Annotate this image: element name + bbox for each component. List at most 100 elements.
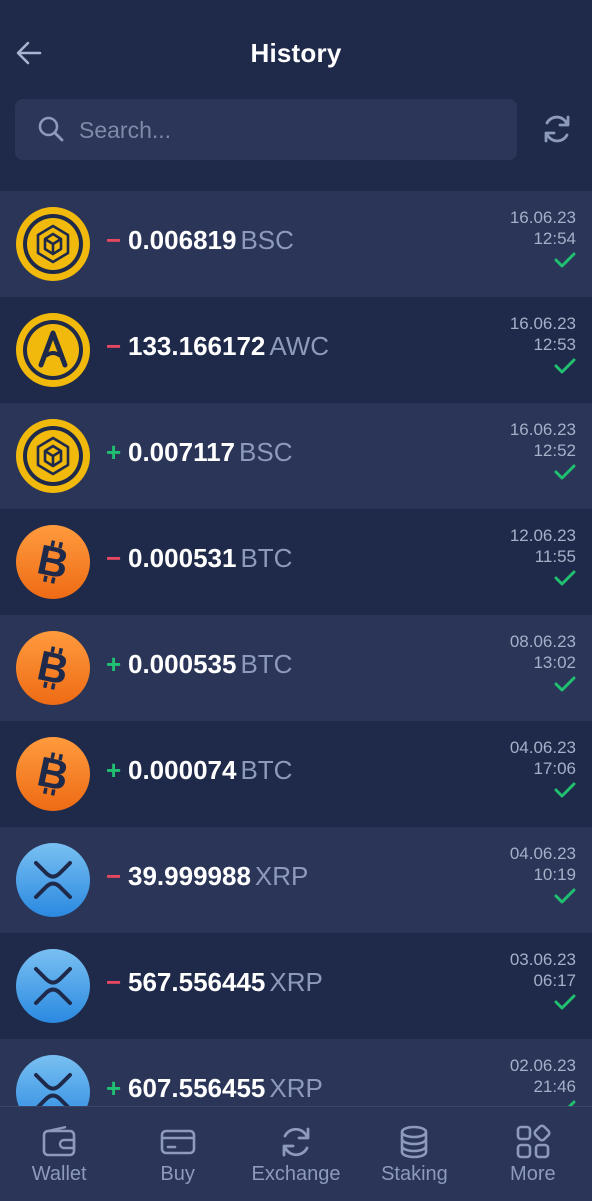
transaction-row[interactable]: B +0.000074 BTC 04.06.23 17:06 xyxy=(0,721,592,827)
transaction-row[interactable]: +0.007117 BSC 16.06.23 12:52 xyxy=(0,403,592,509)
checkmark-icon xyxy=(554,358,576,374)
transaction-datetime: 16.06.23 12:52 xyxy=(510,419,576,461)
ticker-symbol: BTC xyxy=(240,755,293,785)
transaction-row[interactable]: B −0.000531 BTC 12.06.23 11:55 xyxy=(0,509,592,615)
direction-sign: − xyxy=(106,331,122,361)
transaction-row[interactable]: B +0.000535 BTC 08.06.23 13:02 xyxy=(0,615,592,721)
amount-value: 0.006819 xyxy=(128,225,237,255)
direction-sign: + xyxy=(106,755,122,785)
transaction-time: 10:19 xyxy=(533,865,576,884)
transaction-time: 06:17 xyxy=(533,971,576,990)
tab-staking[interactable]: Staking xyxy=(355,1107,473,1201)
transaction-amount: −39.999988 XRP xyxy=(106,861,308,892)
direction-sign: + xyxy=(106,1073,122,1103)
awc-coin-icon xyxy=(16,313,90,387)
amount-value: 0.000074 xyxy=(128,755,237,785)
transaction-amount: −567.556445 XRP xyxy=(106,967,323,998)
search-bar[interactable] xyxy=(15,99,517,162)
header: History xyxy=(0,0,592,100)
tab-label: Wallet xyxy=(31,1163,87,1185)
tab-buy[interactable]: Buy xyxy=(118,1107,236,1201)
transaction-row[interactable]: −133.166172 AWC 16.06.23 12:53 xyxy=(0,297,592,403)
amount-value: 0.000531 xyxy=(128,543,237,573)
transaction-date: 02.06.23 xyxy=(509,1056,576,1075)
transaction-list: −0.006819 BSC 16.06.23 12:54−133.166172 AWC 1… xyxy=(0,191,592,1106)
transaction-amount: +0.007117 BSC xyxy=(106,437,292,468)
bottom-tab-bar: Wallet Buy Exchange Staking More xyxy=(0,1106,592,1201)
ticker-symbol: BTC xyxy=(240,649,293,679)
transaction-datetime: 16.06.23 12:54 xyxy=(510,207,576,249)
grid-icon xyxy=(516,1124,551,1159)
transaction-amount: −0.006819 BSC xyxy=(106,225,294,256)
search-icon xyxy=(38,116,64,142)
transaction-row[interactable]: −39.999988 XRP 04.06.23 10:19 xyxy=(0,827,592,933)
direction-sign: + xyxy=(106,437,122,467)
amount-value: 133.166172 xyxy=(128,331,266,361)
ticker-symbol: BTC xyxy=(240,543,293,573)
card-icon xyxy=(160,1129,195,1155)
checkmark-icon xyxy=(554,464,576,480)
transaction-date: 16.06.23 xyxy=(509,420,576,439)
ticker-symbol: BSC xyxy=(240,225,294,255)
transaction-time: 13:02 xyxy=(533,653,576,672)
transaction-datetime: 16.06.23 12:53 xyxy=(510,313,576,355)
ticker-symbol: AWC xyxy=(269,331,330,361)
checkmark-icon xyxy=(554,782,576,798)
checkmark-icon xyxy=(554,570,576,586)
transaction-amount: −0.000531 BTC xyxy=(106,543,292,574)
coins-stack-icon xyxy=(401,1125,428,1159)
refresh-icon[interactable] xyxy=(539,111,575,147)
transaction-time: 12:53 xyxy=(533,335,576,354)
transaction-datetime: 04.06.23 10:19 xyxy=(510,843,576,885)
transaction-time: 11:55 xyxy=(534,547,576,566)
tab-label: Buy xyxy=(160,1163,195,1185)
transaction-date: 04.06.23 xyxy=(509,844,576,863)
search-input[interactable] xyxy=(77,99,501,162)
transaction-time: 21:46 xyxy=(533,1077,576,1096)
transaction-row[interactable]: +607.556455 XRP 02.06.23 21:46 xyxy=(0,1039,592,1106)
amount-value: 0.007117 xyxy=(128,437,236,467)
tab-label: More xyxy=(510,1163,556,1185)
transaction-date: 04.06.23 xyxy=(509,738,576,757)
wallet-icon xyxy=(42,1125,76,1157)
ticker-symbol: BSC xyxy=(239,437,293,467)
transaction-date: 12.06.23 xyxy=(509,526,576,545)
amount-value: 567.556445 xyxy=(128,967,266,997)
direction-sign: − xyxy=(106,225,122,255)
transaction-date: 03.06.23 xyxy=(509,950,576,969)
xrp-coin-icon xyxy=(16,1055,90,1106)
tab-exchange[interactable]: Exchange xyxy=(237,1107,355,1201)
amount-value: 0.000535 xyxy=(128,649,237,679)
ticker-symbol: XRP xyxy=(269,967,323,997)
transaction-time: 12:52 xyxy=(533,441,576,460)
transaction-datetime: 04.06.23 17:06 xyxy=(510,737,576,779)
ticker-symbol: XRP xyxy=(254,861,309,891)
xrp-coin-icon xyxy=(16,949,90,1023)
btc-coin-icon: B xyxy=(16,631,90,705)
direction-sign: − xyxy=(106,861,122,891)
amount-value: 39.999988 xyxy=(128,861,251,891)
checkmark-icon xyxy=(554,888,576,904)
direction-sign: + xyxy=(106,649,122,679)
transaction-amount: +0.000535 BTC xyxy=(106,649,292,680)
transaction-date: 08.06.23 xyxy=(509,632,576,651)
transaction-time: 12:54 xyxy=(533,229,576,248)
tab-wallet[interactable]: Wallet xyxy=(0,1107,118,1201)
direction-sign: − xyxy=(106,543,122,573)
transaction-row[interactable]: −0.006819 BSC 16.06.23 12:54 xyxy=(0,191,592,297)
transaction-amount: −133.166172 AWC xyxy=(106,331,329,362)
transaction-date: 16.06.23 xyxy=(509,314,576,333)
tab-label: Staking xyxy=(381,1163,448,1185)
page-title: History xyxy=(250,38,342,68)
tab-more[interactable]: More xyxy=(474,1107,592,1201)
transaction-datetime: 08.06.23 13:02 xyxy=(510,631,576,673)
amount-value: 607.556455 xyxy=(128,1073,266,1103)
transaction-row[interactable]: −567.556445 XRP 03.06.23 06:17 xyxy=(0,933,592,1039)
transaction-datetime: 03.06.23 06:17 xyxy=(510,949,576,991)
exchange-icon xyxy=(282,1127,310,1157)
transaction-datetime: 02.06.23 21:46 xyxy=(510,1055,576,1097)
checkmark-icon xyxy=(554,676,576,692)
btc-coin-icon: B xyxy=(16,525,90,599)
direction-sign: − xyxy=(106,967,122,997)
xrp-coin-icon xyxy=(16,843,90,917)
